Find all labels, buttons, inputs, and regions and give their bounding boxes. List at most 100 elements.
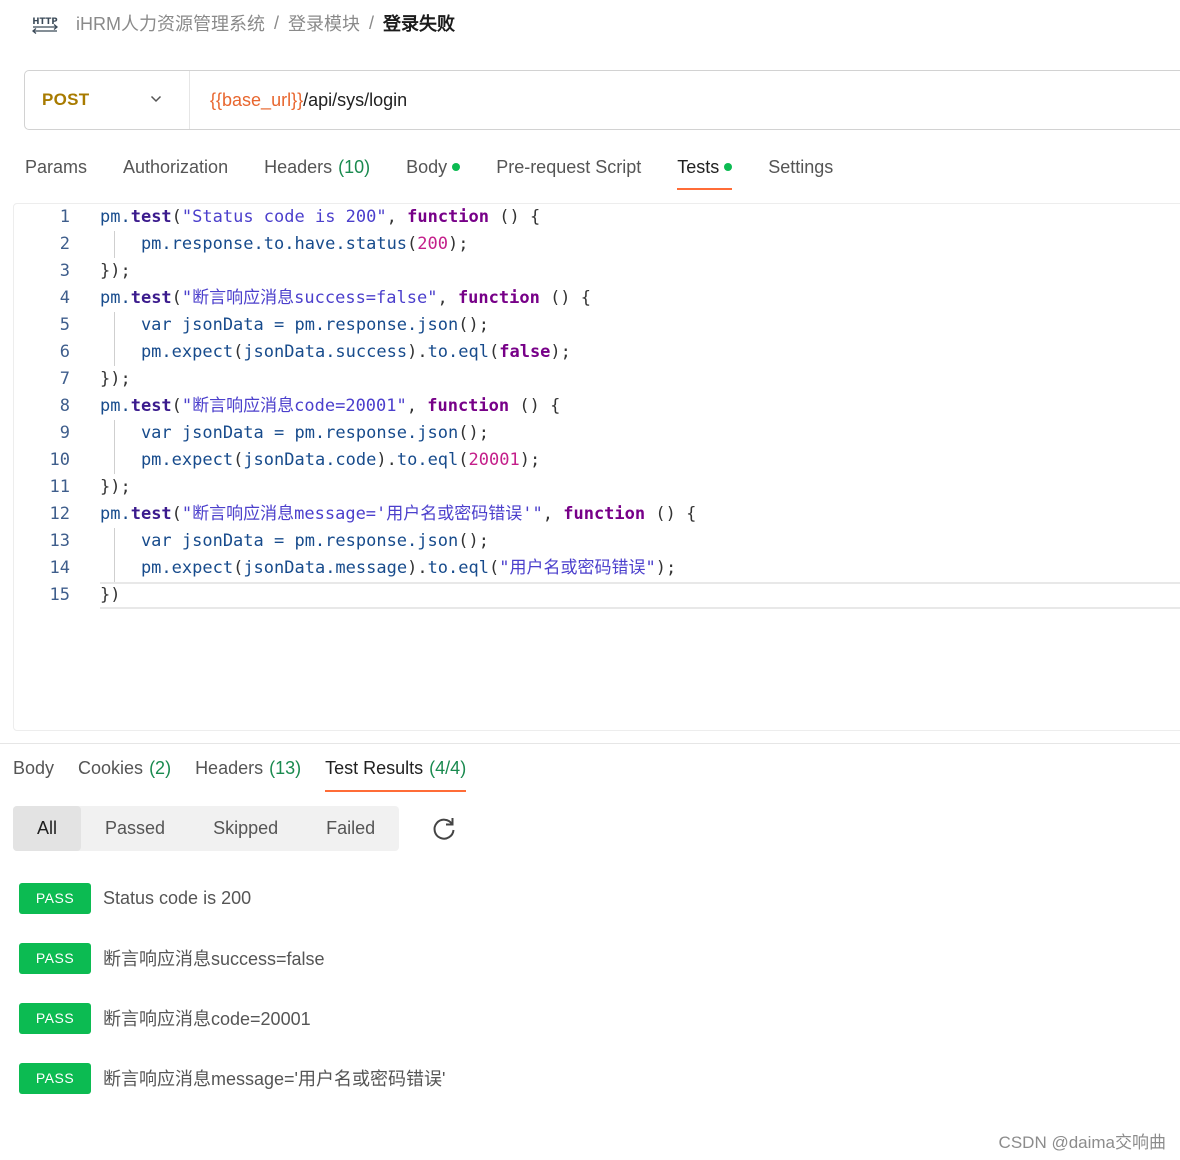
code-token: "断言响应消息code=20001"	[181, 396, 407, 416]
code-token: (	[171, 288, 182, 308]
tab-authorization[interactable]: Authorization	[123, 150, 228, 190]
tab-label: Cookies	[78, 758, 144, 778]
code-token: (	[233, 450, 244, 470]
breadcrumb-collection[interactable]: iHRM人力资源管理系统	[76, 10, 265, 36]
tab-count: (4/4)	[429, 758, 467, 778]
code-token: jsonData.code	[243, 450, 377, 470]
line-number: 10	[49, 450, 70, 470]
line-number: 2	[59, 234, 70, 254]
tab-label: Params	[25, 157, 88, 177]
tab-label: Settings	[768, 157, 834, 177]
code-token: test	[130, 288, 172, 308]
code-token: });	[100, 261, 131, 281]
url-input[interactable]: {{base_url}} /api/sys/login	[190, 90, 407, 111]
code-token: (	[488, 342, 500, 362]
code-token: (	[171, 396, 182, 416]
test-result-name: Status code is 200	[103, 887, 252, 908]
code-token: );	[519, 450, 541, 470]
filter-failed-button[interactable]: Failed	[302, 806, 399, 851]
refresh-icon[interactable]	[430, 815, 458, 843]
line-number: 8	[59, 396, 70, 416]
breadcrumb-folder[interactable]: 登录模块	[288, 10, 360, 36]
http-icon: HTTP	[30, 10, 60, 36]
code-token: "断言响应消息message='用户名或密码错误'"	[181, 504, 543, 524]
tab-count: (2)	[149, 758, 172, 778]
tab-pre-request-script[interactable]: Pre-request Script	[496, 150, 641, 190]
filter-passed-button[interactable]: Passed	[81, 806, 189, 851]
code-token: pm.	[100, 288, 131, 308]
code-token: pm.expect	[100, 450, 234, 470]
code-token: );	[550, 342, 571, 362]
line-number: 4	[59, 288, 70, 308]
code-token: var jsonData = pm.response.json	[100, 315, 459, 335]
tab-label: Test Results	[325, 758, 424, 778]
code-token: () {	[509, 396, 561, 416]
tab-params[interactable]: Params	[25, 150, 87, 190]
line-number: 5	[59, 315, 70, 335]
breadcrumb-separator: /	[369, 12, 375, 33]
test-result-name: 断言响应消息success=false	[103, 949, 325, 969]
filter-skipped-button[interactable]: Skipped	[189, 806, 302, 851]
code-token: pm.	[100, 504, 131, 524]
code-text: });	[100, 258, 131, 285]
tab-count: (10)	[338, 157, 371, 177]
response-tab-test-results[interactable]: Test Results (4/4)	[325, 752, 467, 792]
line-number: 6	[59, 342, 70, 362]
code-token: function	[563, 504, 646, 524]
code-text: })	[100, 582, 120, 609]
tab-headers[interactable]: Headers (10)	[264, 150, 370, 190]
code-text: pm.test("Status code is 200", function (…	[100, 204, 540, 231]
response-tab-cookies[interactable]: Cookies (2)	[78, 752, 171, 792]
code-token: var jsonData = pm.response.json	[100, 423, 459, 443]
code-token: "用户名或密码错误"	[499, 558, 656, 578]
response-tab-body[interactable]: Body	[13, 752, 54, 792]
tab-body[interactable]: Body	[406, 150, 461, 190]
code-text: pm.response.to.have.status(200);	[100, 231, 469, 258]
line-number: 13	[49, 531, 70, 551]
tests-code-editor[interactable]: 1 pm.test("Status code is 200", function …	[13, 203, 1180, 731]
code-text: pm.expect(jsonData.success).to.eql(false…	[100, 339, 571, 366]
result-filter-group: All Passed Skipped Failed	[13, 806, 400, 851]
code-token: 20001	[468, 450, 520, 470]
code-token: jsonData.message	[243, 558, 408, 578]
test-result-name: 断言响应消息message='用户名或密码错误'	[103, 1069, 446, 1089]
chevron-down-icon	[150, 95, 162, 103]
code-token: ,	[437, 288, 458, 308]
code-text: pm.expect(jsonData.message).to.eql("用户名或…	[100, 555, 676, 582]
current-line-highlight	[100, 582, 1180, 609]
code-token: (	[458, 450, 469, 470]
code-token: (	[171, 207, 182, 227]
test-result-row: PASS Status code is 200	[19, 882, 251, 914]
tab-tests[interactable]: Tests	[677, 150, 733, 190]
breadcrumb: HTTP iHRM人力资源管理系统 / 登录模块 / 登录失败	[30, 8, 455, 38]
svg-text:HTTP: HTTP	[32, 17, 57, 27]
code-text: });	[100, 366, 131, 393]
tab-label: Tests	[677, 157, 720, 177]
method-label: POST	[42, 90, 90, 109]
code-token: ).	[407, 342, 428, 362]
tab-count: (13)	[269, 758, 302, 778]
code-token: ).	[376, 450, 397, 470]
test-result-name: 断言响应消息code=20001	[103, 1009, 311, 1029]
code-token: function	[407, 207, 489, 227]
code-token: ,	[542, 504, 564, 524]
line-number: 3	[59, 261, 70, 281]
method-select[interactable]: POST	[25, 71, 190, 129]
code-token: ,	[406, 396, 428, 416]
code-token: var jsonData = pm.response.json	[100, 531, 459, 551]
code-text: var jsonData = pm.response.json();	[100, 528, 489, 555]
code-token: jsonData.success	[243, 342, 408, 362]
tab-settings[interactable]: Settings	[768, 150, 833, 190]
test-result-row: PASS 断言响应消息code=20001	[19, 1002, 311, 1034]
pass-badge: PASS	[19, 942, 91, 974]
code-token: function	[457, 288, 540, 308]
code-token: test	[130, 396, 172, 416]
breadcrumb-current-request[interactable]: 登录失败	[383, 10, 455, 36]
code-token: ();	[458, 315, 489, 335]
tab-label: Authorization	[123, 157, 229, 177]
filter-all-button[interactable]: All	[13, 806, 82, 851]
line-number: 12	[49, 504, 70, 524]
code-token: pm.response.to.have.status	[100, 234, 408, 254]
panel-divider[interactable]	[0, 743, 1180, 744]
response-tab-headers[interactable]: Headers (13)	[195, 752, 301, 792]
